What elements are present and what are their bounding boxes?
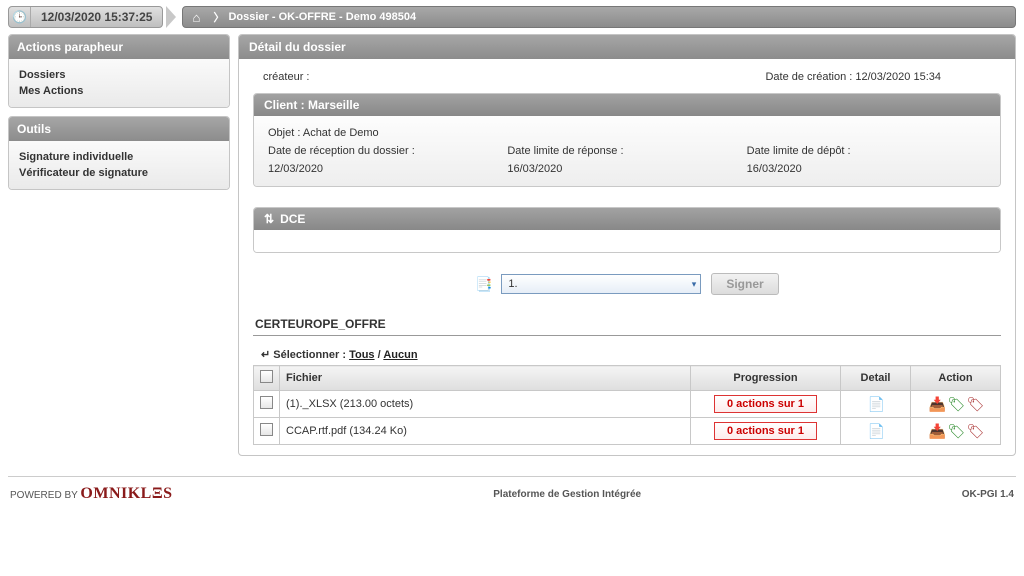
date-limite-depot-label: Date limite de dépôt : <box>747 142 986 160</box>
breadcrumb-text: Dossier - OK-OFFRE - Demo 498504 <box>228 11 416 23</box>
row-checkbox[interactable] <box>260 423 273 436</box>
sidebar: Actions parapheur Dossiers Mes Actions O… <box>8 34 230 456</box>
client-title: Client : Marseille <box>254 94 1000 116</box>
th-progression: Progression <box>691 366 841 391</box>
download-icon[interactable]: 📥 <box>928 396 944 412</box>
powered-by-label: POWERED BY <box>10 490 78 501</box>
table-row: (1)._XLSX (213.00 octets) 0 actions sur … <box>254 391 1001 418</box>
brand-logo: OMNIKLΞS <box>80 485 172 502</box>
sidebar-link-dossiers[interactable]: Dossiers <box>19 67 219 83</box>
signer-select[interactable]: 1. ▾ <box>501 274 701 294</box>
reject-icon[interactable]: 🏷 <box>967 396 983 412</box>
detail-icon[interactable]: 📄 <box>868 423 884 439</box>
signer-button[interactable]: Signer <box>711 273 778 295</box>
th-fichier: Fichier <box>280 366 691 391</box>
creation-date-label: Date de création : 12/03/2020 15:34 <box>765 71 941 83</box>
footer: POWERED BY OMNIKLΞS Plateforme de Gestio… <box>8 476 1016 511</box>
footer-center: Plateforme de Gestion Intégrée <box>493 489 641 500</box>
objet-label: Objet : Achat de Demo <box>268 124 986 142</box>
breadcrumb-separator-icon <box>166 6 176 28</box>
th-detail: Detail <box>841 366 911 391</box>
date-limite-reponse-label: Date limite de réponse : <box>507 142 746 160</box>
sidebar-link-mes-actions[interactable]: Mes Actions <box>19 83 219 99</box>
breadcrumb: ⌂ 〉 Dossier - OK-OFFRE - Demo 498504 <box>182 6 1016 28</box>
clock-badge: 🕒 12/03/2020 15:37:25 <box>8 6 163 28</box>
sidebar-section-actions-title: Actions parapheur <box>9 35 229 59</box>
cell-fichier: CCAP.rtf.pdf (134.24 Ko) <box>280 418 691 445</box>
select-all-link[interactable]: Tous <box>349 349 374 361</box>
dce-title: DCE <box>280 212 305 226</box>
row-checkbox[interactable] <box>260 396 273 409</box>
date-limite-reponse-value: 16/03/2020 <box>507 160 746 178</box>
sidebar-link-verificateur-signature[interactable]: Vérificateur de signature <box>19 165 219 181</box>
breadcrumb-separator-icon: 〉 <box>209 9 228 25</box>
arrow-select-icon: ↵ <box>261 349 270 361</box>
sidebar-section-outils-title: Outils <box>9 117 229 141</box>
select-all-checkbox[interactable] <box>260 370 273 383</box>
creator-label: créateur : <box>263 71 309 83</box>
certificate-icon[interactable]: 📑 <box>475 276 491 292</box>
date-reception-value: 12/03/2020 <box>268 160 507 178</box>
reject-icon[interactable]: 🏷 <box>967 423 983 439</box>
th-action: Action <box>911 366 1001 391</box>
clock-icon: 🕒 <box>9 7 31 27</box>
sidebar-link-signature-individuelle[interactable]: Signature individuelle <box>19 149 219 165</box>
detail-dossier-title: Détail du dossier <box>239 35 1015 59</box>
progression-badge: 0 actions sur 1 <box>714 422 817 440</box>
main-content: Détail du dossier créateur : Date de cré… <box>238 34 1016 456</box>
dce-body <box>254 230 1000 252</box>
detail-icon[interactable]: 📄 <box>868 396 884 412</box>
date-reception-label: Date de réception du dossier : <box>268 142 507 160</box>
home-icon[interactable]: ⌂ <box>183 10 209 25</box>
sign-icon[interactable]: 🏷 <box>948 423 964 439</box>
expand-icon[interactable]: ⇅ <box>264 212 274 226</box>
sign-icon[interactable]: 🏷 <box>948 396 964 412</box>
signer-select-value: 1. <box>508 278 517 290</box>
table-row: CCAP.rtf.pdf (134.24 Ko) 0 actions sur 1… <box>254 418 1001 445</box>
date-limite-depot-value: 16/03/2020 <box>747 160 986 178</box>
select-none-link[interactable]: Aucun <box>383 349 417 361</box>
chevron-down-icon: ▾ <box>692 279 697 290</box>
footer-version: OK-PGI 1.4 <box>962 489 1014 500</box>
certeurope-offre-title: CERTEUROPE_OFFRE <box>253 313 1001 336</box>
download-icon[interactable]: 📥 <box>928 423 944 439</box>
clock-text: 12/03/2020 15:37:25 <box>31 10 162 24</box>
progression-badge: 0 actions sur 1 <box>714 395 817 413</box>
files-table: Fichier Progression Detail Action (1)._X… <box>253 365 1001 445</box>
cell-fichier: (1)._XLSX (213.00 octets) <box>280 391 691 418</box>
selectionner-label: Sélectionner : <box>273 349 346 361</box>
